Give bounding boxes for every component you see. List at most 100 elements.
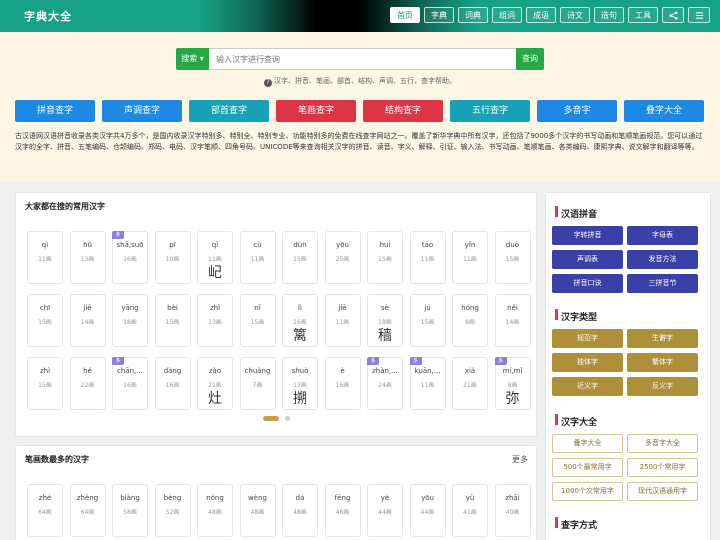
nav-gongju[interactable]: 工具 [628,7,658,23]
char-card[interactable]: lì 16画篱 [282,294,318,347]
sidebar-link[interactable]: 独体字 [552,353,623,372]
search-hint-text[interactable]: 汉字、拼音、笔画、部首、结构、声调、五行，查字帮助。 [274,77,456,85]
char-card[interactable]: 多 kuān,... 11画 [409,357,446,410]
nav-zidian[interactable]: 字典 [424,7,454,23]
char-card[interactable]: dá 48画 [282,484,318,537]
nav-zaoju[interactable]: 造句 [594,7,624,23]
char-card[interactable]: zhèng 64画 [69,484,106,537]
quick-link-2[interactable]: 声调查字 [102,100,182,122]
char-card[interactable]: xiá 21画 [452,357,488,410]
char-card[interactable]: chuàng 7画 [239,357,276,410]
char-card[interactable]: táo 11画 [409,231,446,284]
char-card[interactable]: shuò 13画搠 [282,357,318,410]
char-card[interactable]: zhì 15画 [27,357,63,410]
more-link[interactable]: 更多 [512,454,528,465]
char-card[interactable]: 多 mí,mǐ 8画弥 [494,357,531,410]
char-card[interactable]: zhé 64画 [27,484,63,537]
sidebar-link[interactable]: 声调表 [552,250,623,269]
sidebar-link[interactable]: 反义字 [627,377,698,396]
char-card[interactable]: pī 10画 [154,231,191,284]
sidebar-link[interactable]: 拼音口诀 [552,274,623,293]
search-mode-dropdown[interactable]: 搜索 ▾ [176,48,209,70]
char-card[interactable]: è 16画 [324,357,361,410]
sidebar-link[interactable]: 叠字大全 [552,434,623,453]
sidebar-link[interactable]: 1000个次常用字 [552,482,623,501]
sidebar-link[interactable]: 多音字大全 [627,434,698,453]
char-card[interactable]: bèng 52画 [154,484,191,537]
sidebar-link[interactable]: 字母表 [627,226,698,245]
sidebar-link[interactable]: 现代汉语通用字 [627,482,698,501]
share-button[interactable] [662,7,684,23]
nav-shiwen[interactable]: 诗文 [560,7,590,23]
char-card[interactable]: duò 15画 [494,231,531,284]
char-pinyin: zào [208,367,222,375]
char-pinyin: chuàng [244,367,271,375]
char-card[interactable]: cù 11画 [239,231,276,284]
char-card[interactable]: nǐ 15画 [239,294,276,347]
sidebar-link[interactable]: 生僻字 [627,329,698,348]
char-card[interactable]: qì 11画 [27,231,63,284]
char-card[interactable]: huì 15画 [367,231,403,284]
char-card[interactable]: yè 44画 [367,484,403,537]
nav-zuci[interactable]: 组词 [492,7,522,23]
char-card[interactable]: qǐ 11画屺 [197,231,233,284]
char-pinyin: yōu [421,494,434,502]
char-card[interactable]: nóng 48画 [197,484,233,537]
search-input[interactable] [209,48,516,70]
quick-link-5[interactable]: 结构查字 [363,100,443,122]
quick-link-7[interactable]: 多音字 [537,100,617,122]
sidebar-link[interactable]: 2500个常用字 [627,458,698,477]
char-pinyin: xiá [464,367,476,375]
carousel-dot-2[interactable] [285,416,290,421]
char-card[interactable]: yōu 25画 [324,231,361,284]
sidebar-link[interactable]: 规范字 [552,329,623,348]
quick-link-4[interactable]: 笔画查字 [276,100,356,122]
caret-down-icon: ▾ [199,54,204,63]
quick-link-8[interactable]: 叠字大全 [624,100,704,122]
search-submit-button[interactable]: 查询 [516,48,544,70]
char-card[interactable]: jiē 11画 [324,294,361,347]
quick-link-1[interactable]: 拼音查字 [15,100,95,122]
char-card[interactable]: 多 shā,suō 16画 [112,231,148,284]
site-logo[interactable]: 字典大全 [24,8,72,24]
char-card[interactable]: yǐn 11画 [452,231,488,284]
char-card[interactable]: yōu 44画 [409,484,446,537]
char-card[interactable]: jiē 14画 [69,294,106,347]
char-card[interactable]: biàng 58画 [112,484,148,537]
char-card[interactable]: 多 chān,... 16画 [112,357,148,410]
char-card[interactable]: sè 18画穑 [367,294,403,347]
carousel-dot-1[interactable] [263,416,279,421]
sidebar-link[interactable]: 三拼音节 [627,274,698,293]
nav-chengyu[interactable]: 成语 [526,7,556,23]
char-card[interactable]: dàng 16画 [154,357,191,410]
char-card[interactable]: něi 14画 [494,294,531,347]
menu-button[interactable] [688,7,710,23]
sidebar-link[interactable]: 发音方法 [627,250,698,269]
sidebar-link[interactable]: 500个最常用字 [552,458,623,477]
quick-link-6[interactable]: 五行查字 [450,100,530,122]
char-card[interactable]: yù 41画 [452,484,488,537]
nav-cidian[interactable]: 词典 [458,7,488,23]
char-card[interactable]: chī 15画 [27,294,63,347]
char-card[interactable]: 多 zhàn,... 24画 [367,357,403,410]
nav-home[interactable]: 首页 [390,7,420,23]
char-card[interactable]: hū 13画 [69,231,106,284]
sidebar-link[interactable]: 字转拼音 [552,226,623,245]
sidebar-link[interactable]: 繁体字 [627,353,698,372]
char-card[interactable]: wèng 48画 [239,484,276,537]
char-card[interactable]: jú 15画 [409,294,446,347]
char-card[interactable]: hóng 8画 [452,294,488,347]
char-card[interactable]: hé 22画 [69,357,106,410]
char-card[interactable]: zhì 13画 [197,294,233,347]
sidebar-link[interactable]: 近义字 [552,377,623,396]
search-help: ? 汉字、拼音、笔画、部首、结构、声调、五行，查字帮助。 [0,76,720,87]
char-card[interactable]: zhāi 40画 [494,484,531,537]
sidebar-section-title: 汉语拼音 [555,206,597,220]
main-nav: 首页 字典 词典 组词 成语 诗文 造句 工具 [390,7,710,23]
char-card[interactable]: bèi 15画 [154,294,191,347]
quick-link-3[interactable]: 部首查字 [189,100,269,122]
char-card[interactable]: yāng 18画 [112,294,148,347]
char-card[interactable]: fēng 46画 [324,484,361,537]
char-card[interactable]: zào 21画灶 [197,357,233,410]
char-card[interactable]: dùn 15画 [282,231,318,284]
